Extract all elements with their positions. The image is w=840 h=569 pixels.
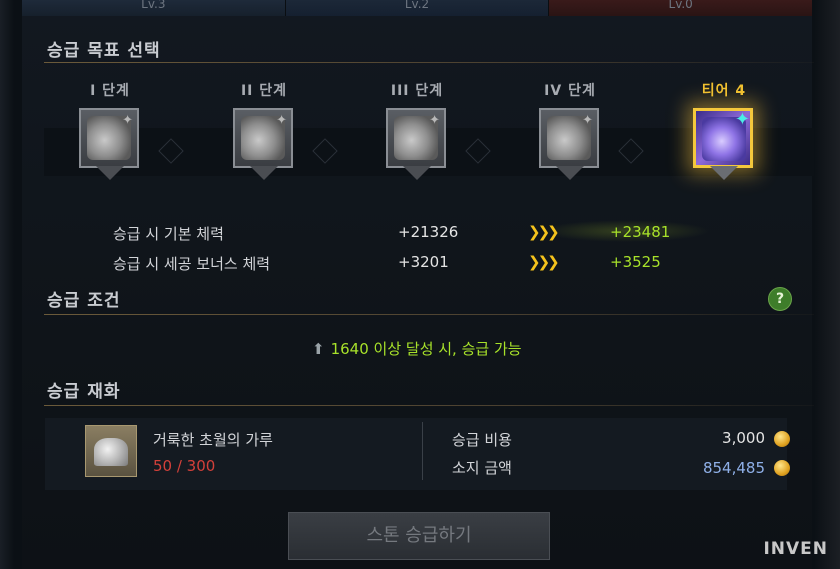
- sparkle-icon: ✦: [122, 113, 133, 128]
- tier-frame-selected: ✦: [693, 108, 753, 168]
- cost-label: 승급 비용: [452, 431, 512, 449]
- tier-option-3[interactable]: III 단계 ✦: [377, 80, 457, 200]
- tier-selector: I 단계 ✦ II 단계 ✦ III 단계 ✦ IV 단계 ✦ 티어 4 ✦: [44, 80, 814, 200]
- material-count: 50 / 300: [153, 457, 216, 475]
- sparkle-icon: ✦: [734, 109, 750, 130]
- sparkle-icon: ✦: [429, 113, 440, 128]
- tier-option-4[interactable]: IV 단계 ✦: [530, 80, 610, 200]
- background-edge-right: [814, 0, 840, 569]
- tier-option-2[interactable]: II 단계 ✦: [224, 80, 304, 200]
- top-level-label: Lv.2: [404, 0, 430, 11]
- section-title-promotion-condition: 승급 조건: [47, 291, 121, 311]
- top-level-label: Lv.3: [141, 0, 166, 11]
- tier-frame: ✦: [539, 108, 599, 168]
- tier-option-1[interactable]: I 단계 ✦: [70, 80, 150, 200]
- sparkle-icon: ✦: [276, 113, 287, 128]
- top-level-cell[interactable]: Lv.3: [22, 0, 285, 16]
- tier-label: II 단계: [240, 83, 288, 99]
- section-divider: [44, 62, 814, 63]
- gold-coin-icon: [774, 460, 790, 476]
- gold-coin-icon: [774, 431, 790, 447]
- help-button[interactable]: ?: [768, 287, 792, 311]
- stat-row-bonus-hp: 승급 시 세공 보너스 체력 +3201 ❯❯❯ +3525: [0, 250, 840, 276]
- owned-value: 854,485: [702, 459, 765, 477]
- section-divider: [44, 405, 814, 406]
- tier-label: III 단계: [390, 83, 444, 99]
- top-level-label: Lv.0: [668, 0, 693, 11]
- material-name: 거룩한 초월의 가루: [153, 431, 273, 449]
- sparkle-icon: ✦: [582, 113, 593, 128]
- triple-arrow-icon: ❯❯❯: [528, 223, 560, 241]
- tier-pointer: [710, 166, 738, 180]
- inven-watermark: INVEN: [763, 539, 828, 559]
- tier-frame: ✦: [233, 108, 293, 168]
- stat-label: 승급 시 세공 보너스 체력: [113, 255, 271, 273]
- top-level-strip: Lv.3 Lv.2 Lv.0: [22, 0, 813, 16]
- tier-label: IV 단계: [544, 83, 596, 99]
- promotion-condition-text: ⬆ 1640 이상 달성 시, 승급 가능: [312, 338, 522, 359]
- stat-next-value: +3525: [610, 253, 661, 271]
- stat-row-base-hp: 승급 시 기본 체력 +21326 ❯❯❯ +23481: [0, 220, 840, 246]
- owned-label: 소지 금액: [452, 459, 512, 477]
- stat-current-value: +21326: [398, 223, 459, 241]
- section-divider: [44, 314, 814, 315]
- transcendence-powder-icon[interactable]: [85, 425, 137, 477]
- tier-pointer: [556, 166, 584, 180]
- tier-option-tier4-selected[interactable]: 티어 4 ✦: [684, 80, 764, 200]
- condition-label: 1640 이상 달성 시, 승급 가능: [330, 340, 522, 358]
- powder-pile-graphic: [94, 438, 128, 466]
- tier-label: 티어 4: [701, 83, 747, 99]
- stat-label: 승급 시 기본 체력: [113, 225, 224, 243]
- stat-current-value: +3201: [398, 253, 449, 271]
- cost-value: 3,000: [722, 429, 765, 447]
- triple-arrow-icon: ❯❯❯: [528, 253, 560, 271]
- tier-frame: ✦: [386, 108, 446, 168]
- stat-next-value: +23481: [610, 223, 671, 241]
- background-edge-left: [0, 0, 14, 569]
- top-level-cell[interactable]: Lv.2: [284, 0, 549, 16]
- tier-pointer: [250, 166, 278, 180]
- tier-pointer: [96, 166, 124, 180]
- gear-level-icon: ⬆: [312, 340, 325, 358]
- tier-label: I 단계: [90, 83, 130, 99]
- stone-promote-button[interactable]: 스톤 승급하기: [288, 512, 550, 560]
- material-divider: [422, 422, 423, 480]
- top-level-cell[interactable]: Lv.0: [548, 0, 813, 16]
- tier-frame: ✦: [79, 108, 139, 168]
- section-title-promotion-target: 승급 목표 선택: [47, 41, 161, 61]
- tier-pointer: [403, 166, 431, 180]
- section-title-promotion-material: 승급 재화: [47, 382, 121, 402]
